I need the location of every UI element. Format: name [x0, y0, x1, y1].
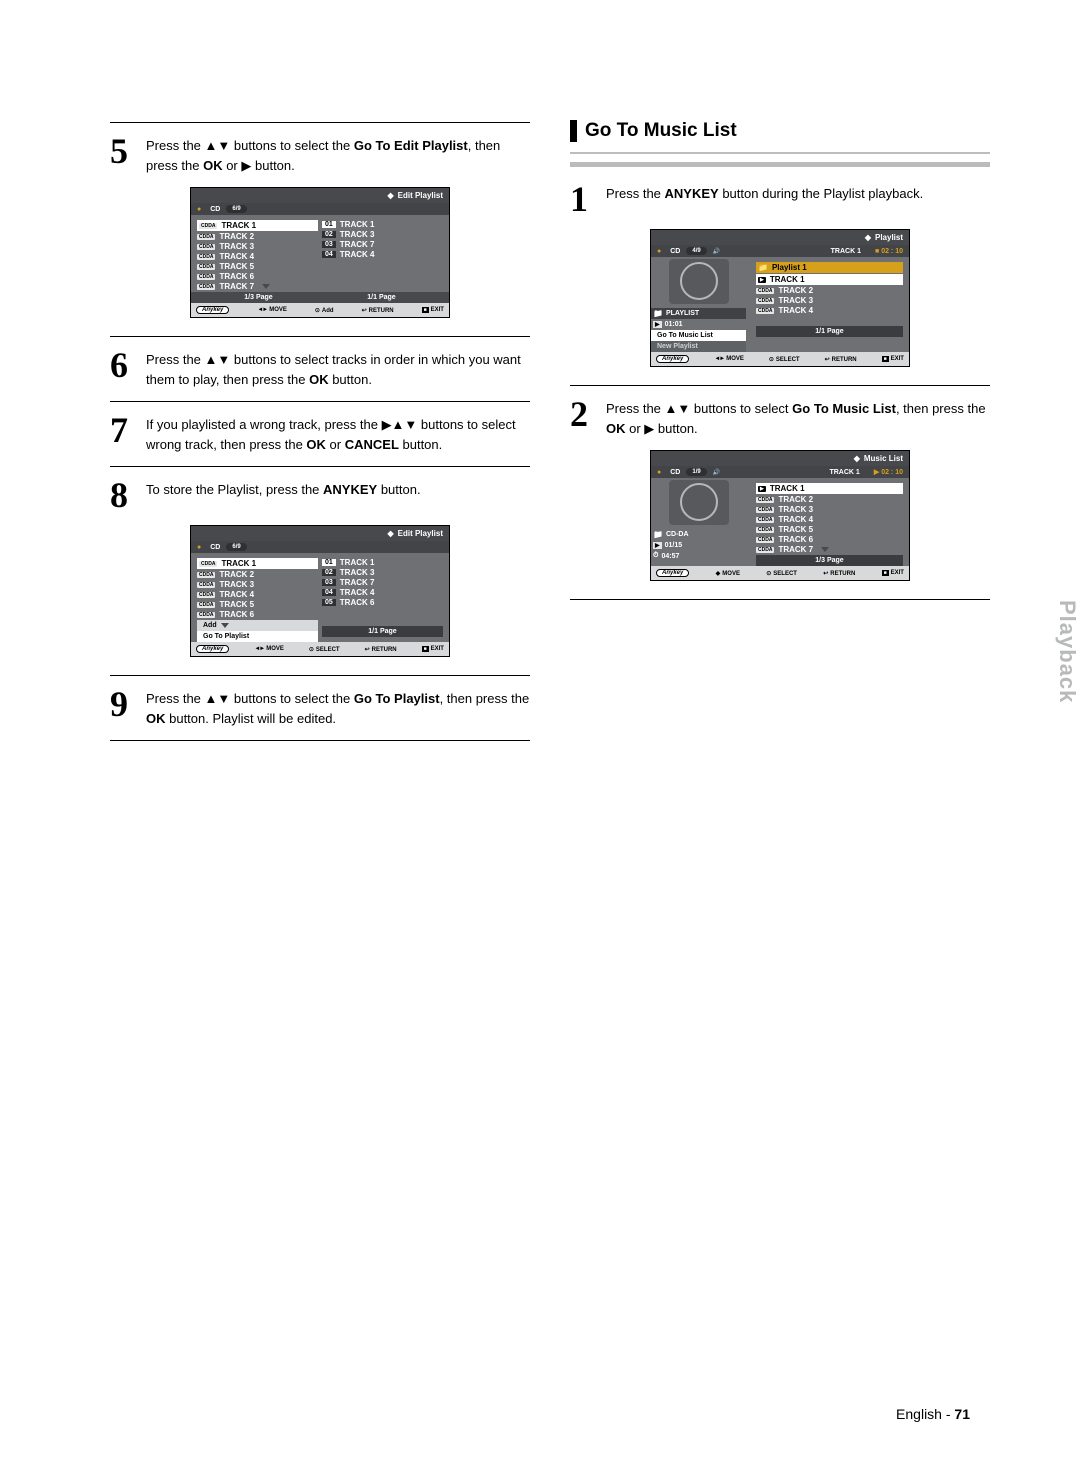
goto-playlist-menu-item: Go To Playlist	[197, 631, 318, 642]
osd-edit-playlist-1: Edit Playlist CD6/9 CDDATRACK 1 CDDATRAC…	[190, 187, 450, 318]
osd-header: Edit Playlist	[191, 188, 449, 203]
step-7: 7 If you playlisted a wrong track, press…	[110, 412, 530, 454]
step-8: 8 To store the Playlist, press the ANYKE…	[110, 477, 530, 513]
playlist-folder: PLAYLIST	[651, 308, 746, 319]
side-tab-playback: Playback	[1054, 600, 1080, 703]
right-column: Go To Music List 1 Press the ANYKEY butt…	[570, 110, 990, 751]
step-number: 5	[110, 133, 138, 175]
left-column: 5 Press the ▲▼ buttons to select the Go …	[110, 110, 530, 751]
new-playlist-item: New Playlist	[651, 341, 746, 352]
step-r2: 2 Press the ▲▼ buttons to select Go To M…	[570, 396, 990, 438]
add-menu-item: Add	[197, 620, 318, 631]
section-title: Go To Music List	[570, 120, 990, 142]
osd-playlist: Playlist CD4/9 🔊 TRACK 1 02 : 10 PLAYLIS…	[650, 229, 910, 367]
step-9: 9 Press the ▲▼ buttons to select the Go …	[110, 686, 530, 728]
step-r1: 1 Press the ANYKEY button during the Pla…	[570, 181, 990, 217]
goto-music-list-item: Go To Music List	[651, 330, 746, 341]
disc-graphic-icon	[669, 480, 729, 525]
divider	[110, 122, 530, 123]
step-6: 6 Press the ▲▼ buttons to select tracks …	[110, 347, 530, 389]
diamond-icon	[387, 191, 397, 200]
osd-edit-playlist-2: Edit Playlist CD6/9 CDDATRACK 1 CDDATRAC…	[190, 525, 450, 657]
chevron-down-icon	[262, 284, 270, 289]
anykey-button: Anykey	[196, 306, 229, 314]
osd-music-list: Music List CD1/9 🔊 TRACK 1 02 : 10 CD-DA…	[650, 450, 910, 581]
page-footer: English - 71	[896, 1406, 970, 1422]
step-5: 5 Press the ▲▼ buttons to select the Go …	[110, 133, 530, 175]
step-text: Press the ▲▼ buttons to select the Go To…	[146, 133, 530, 175]
osd-cd-bar: CD6/9	[191, 203, 449, 215]
title-bar-icon	[570, 120, 577, 142]
disc-icon	[197, 206, 204, 213]
disc-graphic-icon	[669, 259, 729, 304]
